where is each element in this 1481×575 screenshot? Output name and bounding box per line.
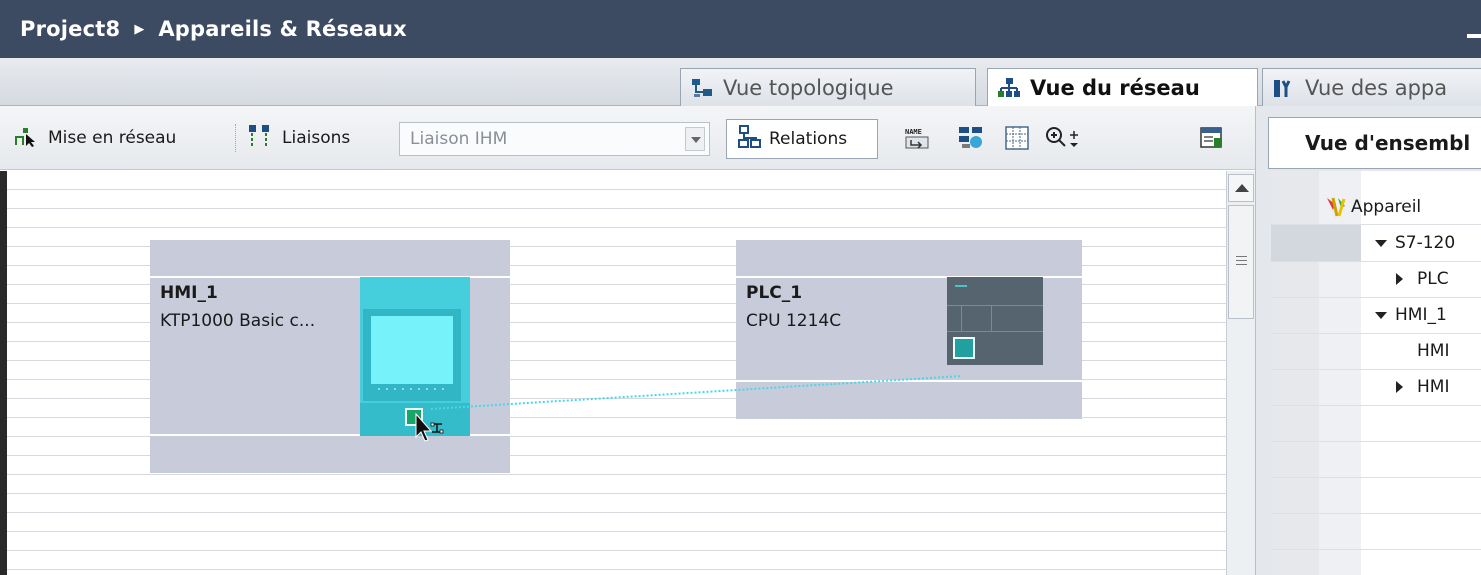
table-row[interactable]: HMI_1 [1271, 298, 1481, 334]
row-expand-icon[interactable] [1396, 269, 1403, 289]
overview-table: Appareil S7-120 PLC HMI_1 HMI HMI [1271, 171, 1481, 575]
row-expand-icon[interactable] [1375, 233, 1387, 253]
table-row [1271, 406, 1481, 442]
scroll-up-icon[interactable] [1228, 174, 1254, 202]
row-device-label: S7-120 [1395, 233, 1456, 253]
hmi-connection-line[interactable] [430, 375, 963, 410]
table-header-row: Appareil [1271, 189, 1481, 225]
row-device-label: PLC [1417, 269, 1449, 289]
device-column-icon [1325, 196, 1347, 223]
row-device-label: HMI [1417, 377, 1450, 397]
tab-overview[interactable]: Vue d'ensembl [1268, 117, 1481, 169]
row-device-label: HMI_1 [1395, 305, 1447, 325]
row-device-label: HMI [1417, 341, 1450, 361]
mouse-pointer-icon [415, 412, 444, 442]
table-row[interactable]: HMI [1271, 370, 1481, 406]
device-column-header[interactable]: Appareil [1351, 197, 1421, 217]
table-row [1271, 514, 1481, 550]
grip-icon [1236, 256, 1247, 265]
scroll-thumb[interactable] [1228, 205, 1254, 319]
row-expand-icon[interactable] [1375, 305, 1387, 325]
table-row[interactable]: PLC [1271, 262, 1481, 298]
table-row[interactable]: S7-120 [1271, 226, 1481, 262]
table-row [1271, 478, 1481, 514]
table-row[interactable]: HMI [1271, 334, 1481, 370]
row-expand-icon[interactable] [1396, 377, 1403, 397]
canvas-vertical-scrollbar[interactable] [1226, 171, 1255, 575]
table-row [1271, 442, 1481, 478]
